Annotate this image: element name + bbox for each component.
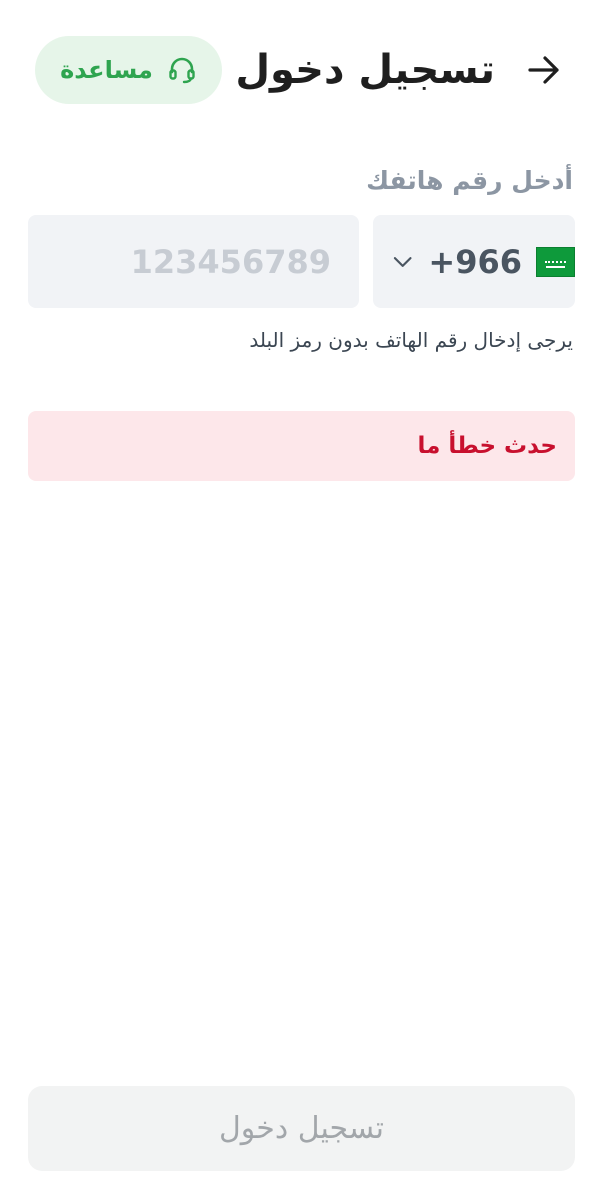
page-title: تسجيل دخول <box>235 47 495 93</box>
help-label: مساعدة <box>60 56 153 84</box>
arrow-right-icon <box>528 56 559 84</box>
phone-label: أدخل رقم هاتفك <box>366 165 573 195</box>
country-code: +966 <box>428 242 522 281</box>
headset-icon <box>169 57 195 84</box>
chevron-down-icon <box>393 256 412 267</box>
phone-hint: يرجى إدخال رقم الهاتف بدون رمز البلد <box>249 328 573 352</box>
country-code-select[interactable]: +966 <box>373 215 575 308</box>
login-button[interactable]: تسجيل دخول <box>28 1086 575 1171</box>
error-alert: حدث خطأ ما <box>28 411 575 481</box>
phone-input[interactable] <box>28 215 359 308</box>
error-message: حدث خطأ ما <box>417 433 557 459</box>
help-button[interactable]: مساعدة <box>35 36 222 104</box>
back-button[interactable] <box>522 48 566 92</box>
saudi-flag-icon <box>535 246 575 277</box>
